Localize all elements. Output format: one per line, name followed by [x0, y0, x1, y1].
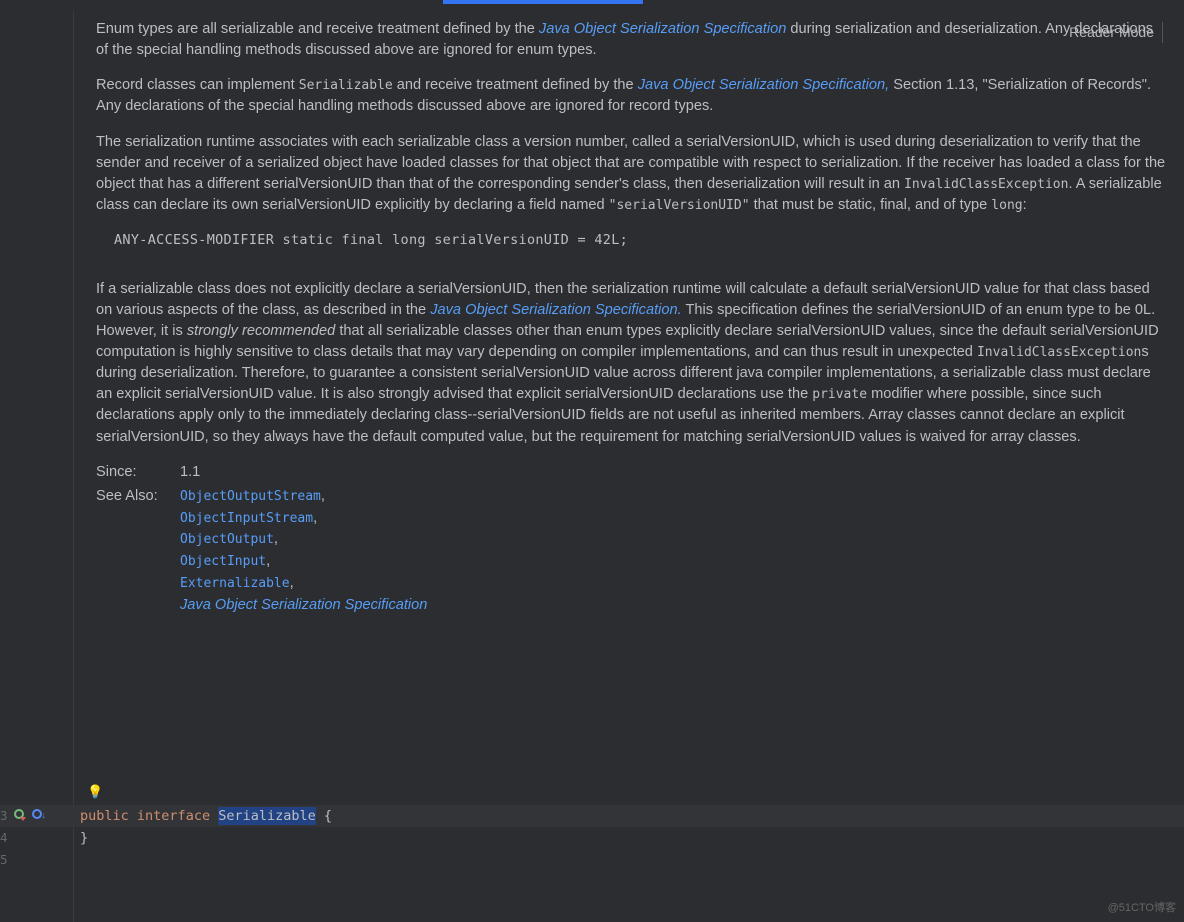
link-objectinput[interactable]: ObjectInput	[180, 554, 266, 569]
see-also-label: See Also:	[96, 486, 174, 617]
link-java-serialization-spec[interactable]: Java Object Serialization Specification	[539, 21, 786, 37]
documentation-panel: Enum types are all serializable and rece…	[74, 11, 1184, 922]
line-number: 5	[0, 851, 68, 870]
code-inline: InvalidClassException	[977, 345, 1141, 360]
keyword-public: public	[80, 808, 129, 824]
doc-paragraph: If a serializable class does not explici…	[96, 279, 1166, 448]
type-name-serializable[interactable]: Serializable	[218, 807, 316, 825]
has-implementations-icon[interactable]	[14, 809, 24, 819]
code-block: ANY-ACCESS-MODIFIER static final long se…	[114, 230, 1166, 250]
emphasis: strongly recommended	[187, 323, 335, 339]
link-objectoutputstream[interactable]: ObjectOutputStream	[180, 489, 321, 504]
watermark: @51CTO博客	[1108, 900, 1176, 917]
line-number: 4	[0, 829, 68, 848]
doc-paragraph: Record classes can implement Serializabl…	[96, 75, 1166, 117]
since-label: Since:	[96, 462, 174, 484]
link-java-serialization-spec[interactable]: Java Object Serialization Specification	[180, 597, 427, 613]
link-java-serialization-spec[interactable]: Java Object Serialization Specification.	[430, 302, 681, 318]
code-inline: "serialVersionUID"	[609, 198, 750, 213]
link-java-serialization-spec[interactable]: Java Object Serialization Specification,	[638, 77, 889, 93]
overridden-icon[interactable]	[32, 809, 42, 819]
code-inline: long	[991, 198, 1022, 213]
editor-gutter	[0, 11, 74, 922]
intention-bulb-icon[interactable]: 💡	[87, 782, 103, 802]
doc-paragraph: The serialization runtime associates wit…	[96, 132, 1166, 217]
tab-indicator	[443, 0, 643, 4]
see-also-list: ObjectOutputStream, ObjectInputStream, O…	[180, 486, 1166, 617]
link-objectoutput[interactable]: ObjectOutput	[180, 532, 274, 547]
link-objectinputstream[interactable]: ObjectInputStream	[180, 511, 313, 526]
top-bar	[0, 0, 1184, 11]
link-externalizable[interactable]: Externalizable	[180, 576, 290, 591]
code-inline: Serializable	[299, 78, 393, 93]
code-inline: private	[812, 387, 867, 402]
doc-paragraph: Enum types are all serializable and rece…	[96, 19, 1166, 61]
since-value: 1.1	[180, 462, 1166, 484]
code-inline: InvalidClassException	[904, 177, 1068, 192]
keyword-interface: interface	[137, 808, 210, 824]
